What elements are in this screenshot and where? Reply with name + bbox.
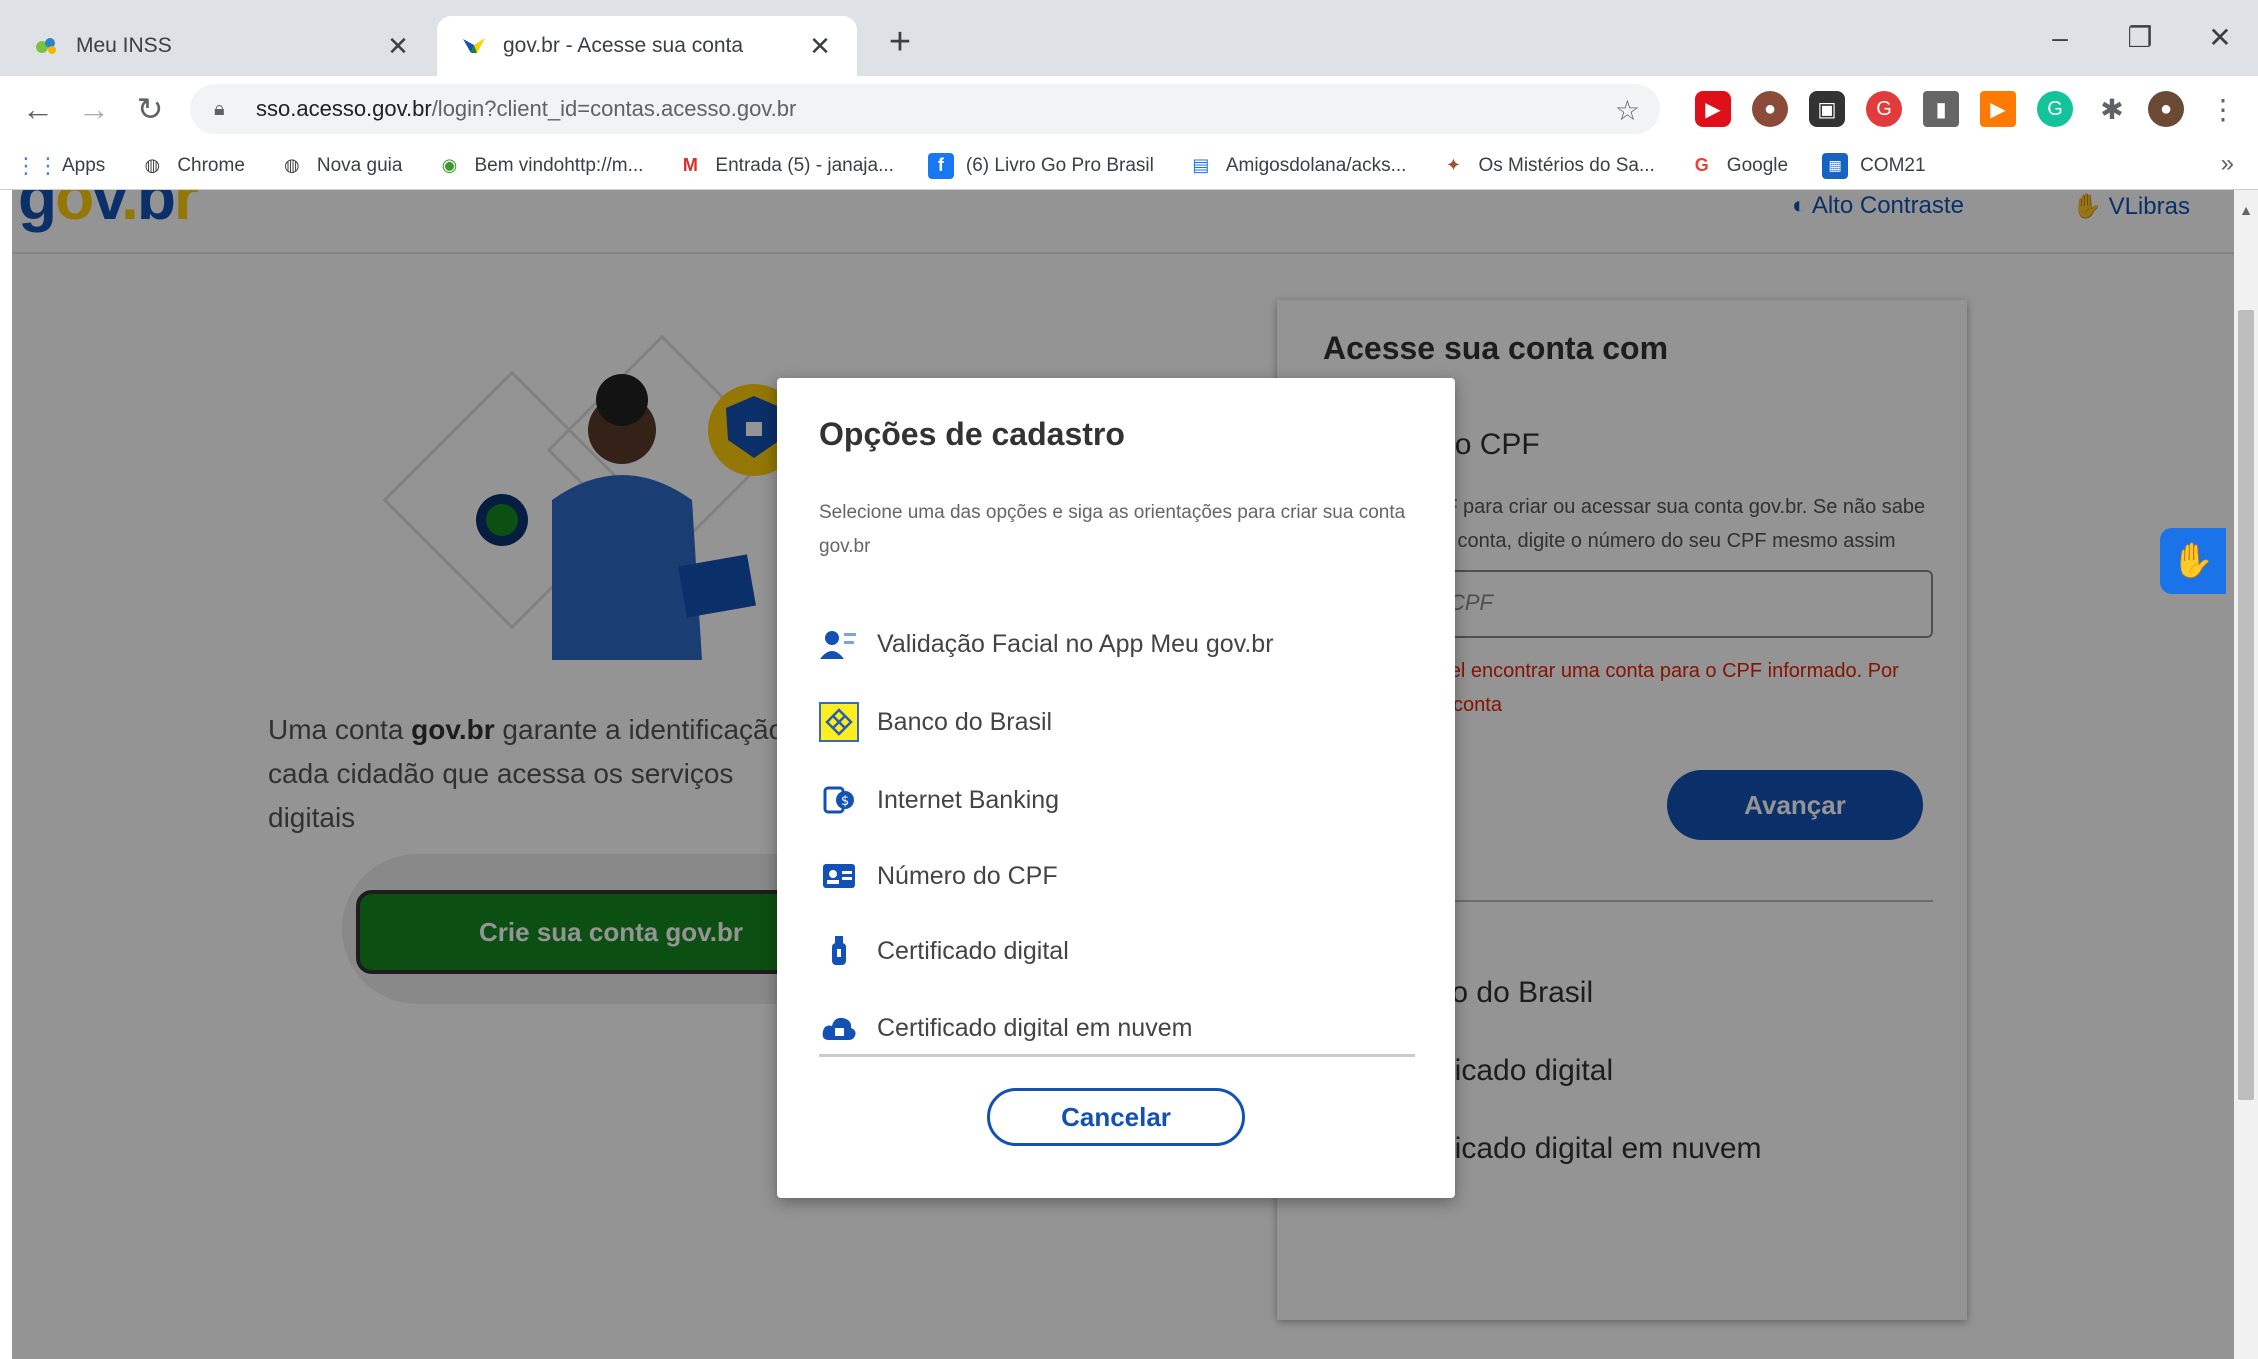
option-banco-do-brasil[interactable]: Banco do Brasil <box>819 694 1419 750</box>
tab-meu-inss[interactable]: Meu INSS ✕ <box>10 16 435 76</box>
bookmark-apps[interactable]: ⋮⋮ Apps <box>15 152 106 179</box>
bookmark-label: Os Mistérios do Sa... <box>1478 154 1655 176</box>
bookmark-nova-guia[interactable]: ◍ Nova guia <box>279 153 403 179</box>
extension-icon[interactable]: ● <box>1752 91 1788 127</box>
option-label: Certificado digital <box>877 936 1069 965</box>
bookmark-label: Apps <box>62 154 106 176</box>
bookmark-google[interactable]: G Google <box>1689 153 1788 179</box>
bookmark-gmail[interactable]: M Entrada (5) - janaja... <box>677 153 894 179</box>
option-label: Número do CPF <box>877 861 1058 890</box>
bookmarks-overflow-icon[interactable]: » <box>2221 150 2234 178</box>
scroll-up-icon[interactable]: ▲ <box>2234 202 2258 218</box>
modal-divider <box>819 1054 1415 1057</box>
inss-favicon-icon <box>34 33 60 59</box>
window-close-icon[interactable]: ✕ <box>2190 18 2250 58</box>
bookmark-chrome[interactable]: ◍ Chrome <box>139 153 245 179</box>
bookmark-amigos[interactable]: ▤ Amigosdolana/acks... <box>1188 153 1407 179</box>
globe-green-icon: ◉ <box>441 155 458 175</box>
youtube-extension-icon[interactable]: ▶ <box>1695 91 1731 127</box>
gmail-icon: M <box>682 155 698 175</box>
close-icon[interactable]: ✕ <box>385 31 411 62</box>
bookmark-label: Chrome <box>177 154 245 176</box>
option-certificado-digital[interactable]: Certificado digital <box>819 923 1419 979</box>
usb-token-icon <box>819 931 859 971</box>
puzzle-extensions-icon[interactable]: ✱ <box>2094 91 2130 127</box>
modal-description: Selecione uma das opções e siga as orien… <box>819 502 1406 557</box>
vlibras-widget-button[interactable]: ✋ <box>2160 528 2226 594</box>
bookmarks-bar: ⋮⋮ Apps ◍ Chrome ◍ Nova guia ◉ Bem vindohttp… <box>0 142 2258 190</box>
signal-extension-icon[interactable]: ▮ <box>1923 91 1959 127</box>
url-host: sso.acesso.gov.br <box>256 96 432 121</box>
figure-icon: ✦ <box>1445 155 1461 175</box>
bookmark-label: Amigosdolana/acks... <box>1225 154 1407 176</box>
close-icon[interactable]: ✕ <box>807 31 833 62</box>
back-icon[interactable]: ← <box>16 87 60 131</box>
new-tab-icon[interactable]: + <box>880 22 920 62</box>
id-card-icon <box>819 856 859 896</box>
facebook-icon: f <box>927 152 954 179</box>
option-label: Validação Facial no App Meu gov.br <box>877 629 1274 658</box>
bookmark-label: Google <box>1726 154 1789 176</box>
scrollbar-thumb[interactable] <box>2238 310 2254 1100</box>
cancel-button[interactable]: Cancelar <box>987 1088 1245 1146</box>
tab-title: Meu INSS <box>76 34 172 57</box>
bookmark-label: Bem vindohttp://m... <box>474 154 644 176</box>
page-scrollbar[interactable]: ▲ <box>2234 190 2258 1359</box>
internet-banking-icon: $ <box>819 780 859 820</box>
minimize-icon[interactable]: – <box>2030 18 2090 58</box>
screen: Meu INSS ✕ gov.br - Acesse sua conta ✕ +… <box>0 0 2258 1359</box>
svg-text:$: $ <box>841 794 849 809</box>
page-icon: ▤ <box>1192 155 1210 175</box>
url-path: /login?client_id=contas.acesso.gov.br <box>431 96 797 121</box>
globe-icon: ◍ <box>144 155 161 175</box>
option-label: Internet Banking <box>877 785 1060 814</box>
reload-icon[interactable]: ↻ <box>128 87 172 131</box>
cloud-lock-icon <box>819 1008 859 1048</box>
forward-icon[interactable]: → <box>72 87 116 131</box>
profile-avatar[interactable]: ● <box>2148 91 2184 127</box>
browser-toolbar: ← → ↻ 🔒︎ sso.acesso.gov.br/login?client_… <box>0 76 2258 142</box>
option-label: Banco do Brasil <box>877 707 1053 736</box>
face-id-icon <box>819 624 859 664</box>
option-label: Certificado digital em nuvem <box>877 1013 1193 1042</box>
restore-icon[interactable]: ❐ <box>2110 18 2170 58</box>
bookmark-label: (6) Livro Go Pro Brasil <box>965 154 1154 176</box>
modal-title: Opções de cadastro <box>819 416 1125 452</box>
google-icon: G <box>1694 155 1709 175</box>
option-numero-cpf[interactable]: Número do CPF <box>819 848 1419 904</box>
globe-icon: ◍ <box>284 155 300 175</box>
square-icon: ▦ <box>1822 152 1849 179</box>
govbr-favicon-icon <box>461 33 487 59</box>
address-bar[interactable]: 🔒︎ sso.acesso.gov.br/login?client_id=con… <box>190 84 1660 134</box>
lock-icon: 🔒︎ <box>214 97 225 120</box>
registration-options-modal: Opções de cadastro Selecione uma das opç… <box>777 378 1455 1198</box>
grammarly-extension-icon[interactable]: G <box>2037 91 2073 127</box>
bookmark-bem-vindo[interactable]: ◉ Bem vindohttp://m... <box>436 153 644 179</box>
bookmark-label: Entrada (5) - janaja... <box>715 154 894 176</box>
menu-kebab-icon[interactable]: ⋮ <box>2205 91 2241 127</box>
extension-icon[interactable]: ▣ <box>1809 91 1845 127</box>
bookmark-label: COM21 <box>1860 154 1926 176</box>
bookmark-com21[interactable]: ▦ COM21 <box>1822 152 1926 179</box>
tab-strip: Meu INSS ✕ gov.br - Acesse sua conta ✕ +… <box>0 0 2258 76</box>
bookmark-label: Nova guia <box>316 154 403 176</box>
tab-title: gov.br - Acesse sua conta <box>503 34 744 57</box>
apps-grid-icon: ⋮⋮ <box>15 152 59 178</box>
bookmark-star-icon[interactable]: ☆ <box>1615 94 1640 127</box>
bookmark-misterios[interactable]: ✦ Os Mistérios do Sa... <box>1440 153 1655 179</box>
banco-do-brasil-icon <box>819 702 859 742</box>
play-extension-icon[interactable]: ▶ <box>1980 91 2016 127</box>
option-certificado-nuvem[interactable]: Certificado digital em nuvem <box>819 1000 1419 1056</box>
bookmark-facebook[interactable]: f (6) Livro Go Pro Brasil <box>927 152 1154 179</box>
tab-govbr[interactable]: gov.br - Acesse sua conta ✕ <box>437 16 857 76</box>
translate-extension-icon[interactable]: G <box>1866 91 1902 127</box>
option-internet-banking[interactable]: $ Internet Banking <box>819 772 1419 828</box>
option-validacao-facial[interactable]: Validação Facial no App Meu gov.br <box>819 616 1419 672</box>
